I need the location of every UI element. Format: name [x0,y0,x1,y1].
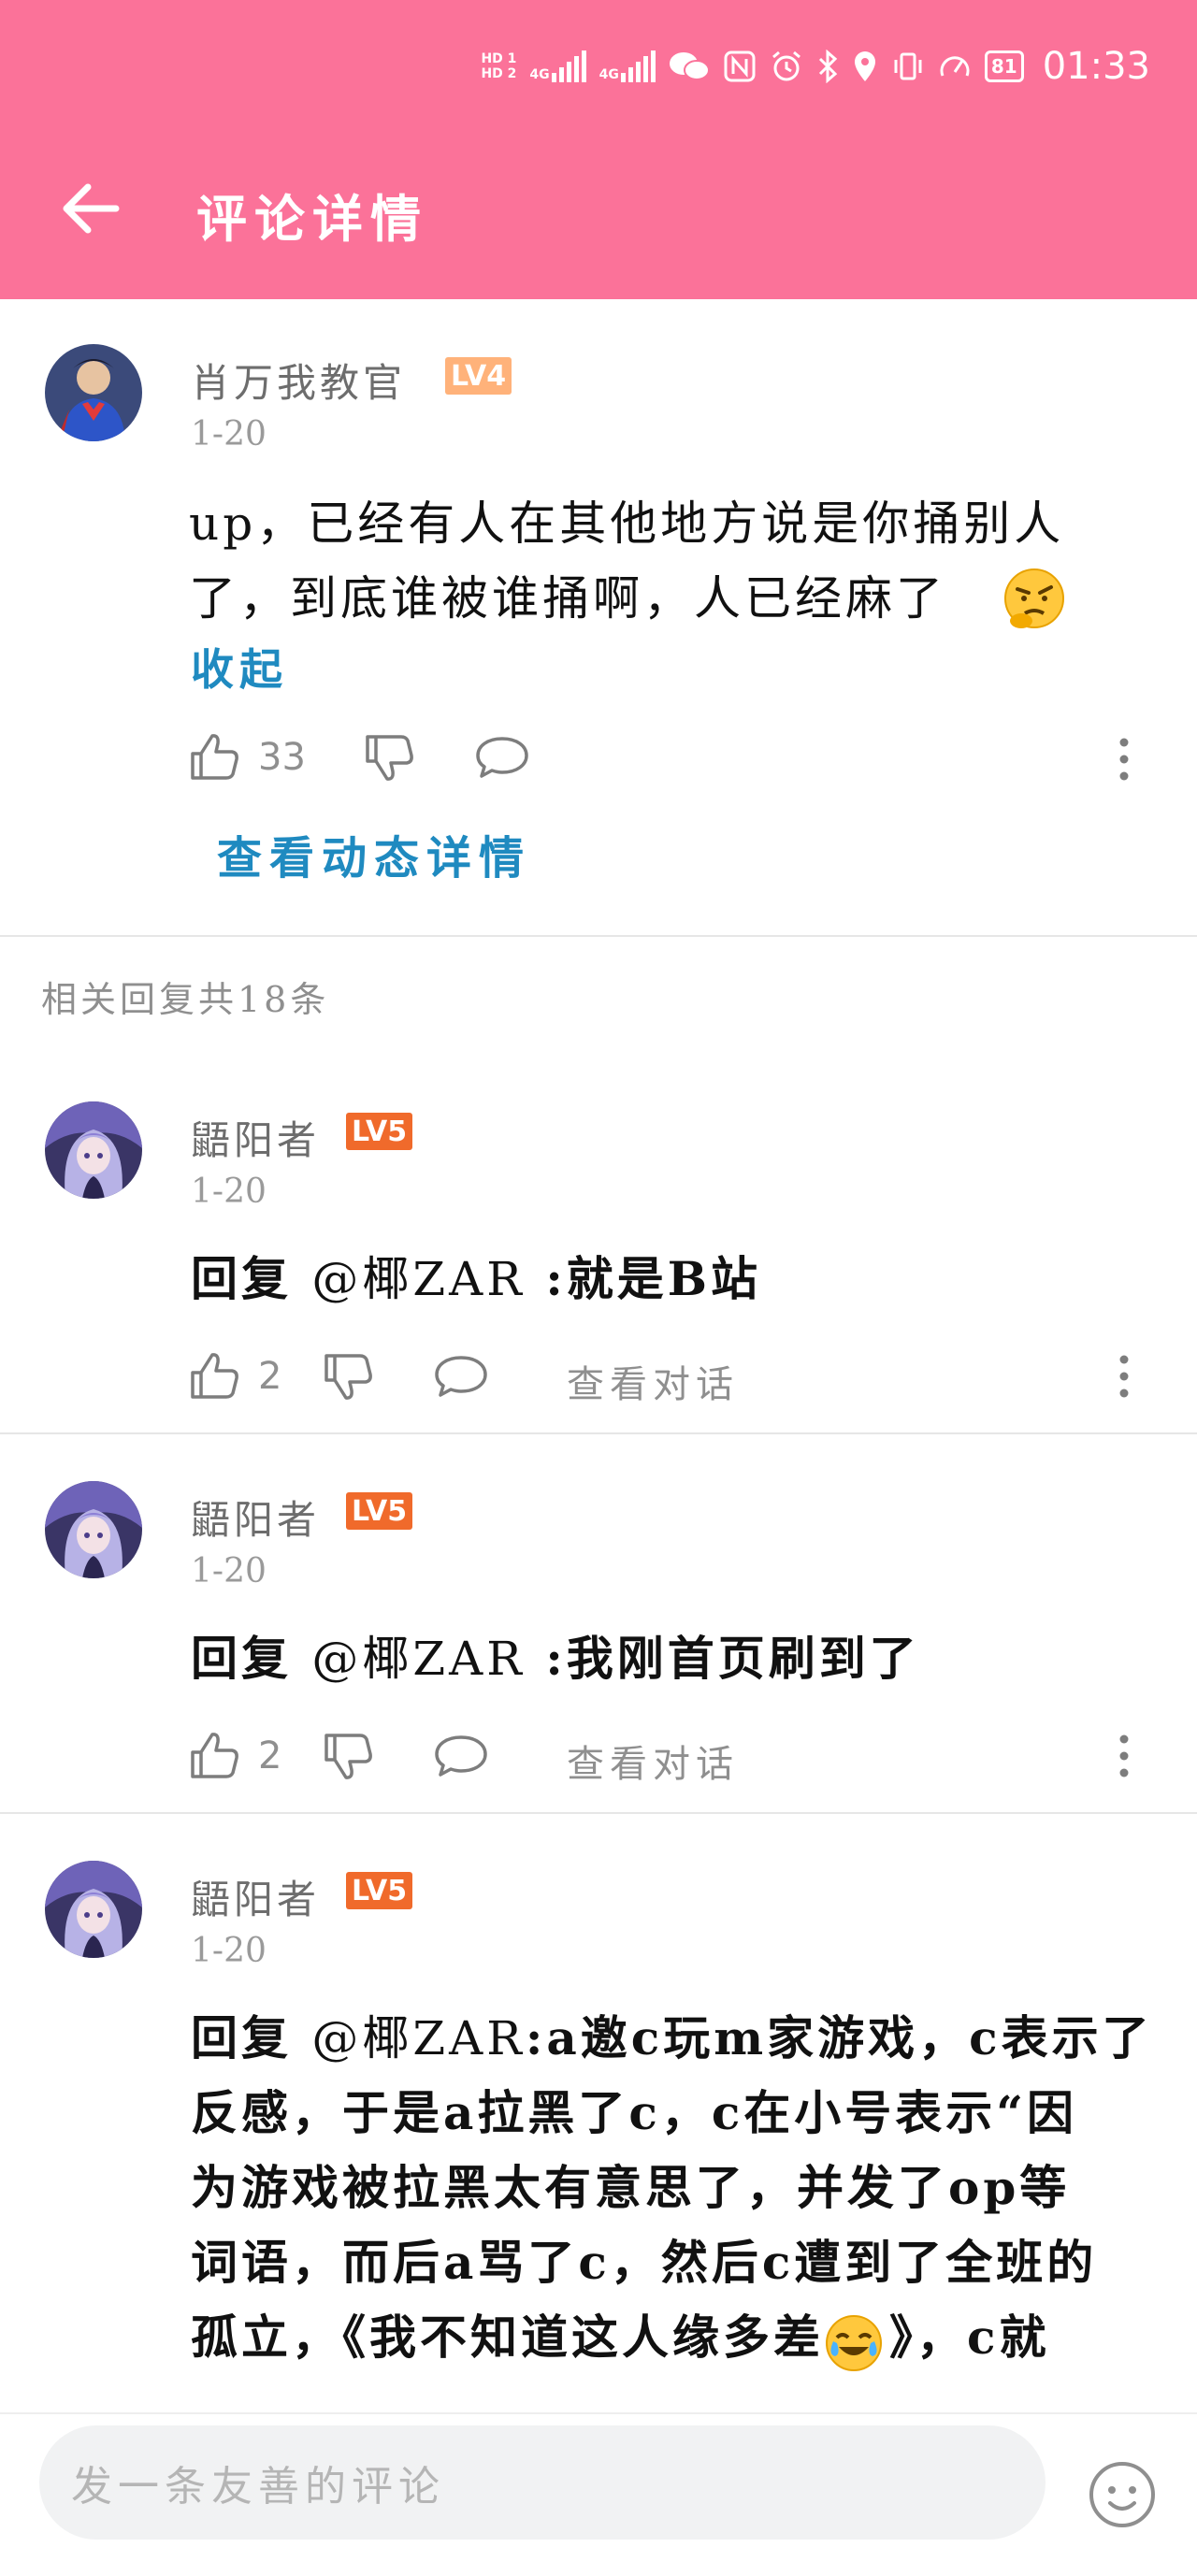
comment-text-line-2-text: 了，到底谁被谁捅啊，人已经麻了 [189,571,946,626]
username[interactable]: 鼯阳者 [191,1109,320,1166]
nfc-icon [723,48,757,85]
mention-link[interactable]: @椰ZAR [311,1632,526,1686]
avatar[interactable] [45,1861,142,1958]
like-icon[interactable] [189,1350,241,1403]
signal-2-icon: 4G [599,50,656,82]
view-conversation-link[interactable]: 查看对话 [567,1734,739,1788]
signal-1-icon: 4G [529,50,586,82]
main-comment-actions: 33 [189,729,530,785]
collapse-link[interactable]: 收起 [191,636,288,698]
thinking-emoji-icon [1002,567,1066,630]
status-time: 01:33 [1042,45,1150,88]
level-badge: LV5 [346,1113,413,1150]
wechat-icon [669,48,710,85]
like-icon[interactable] [189,731,241,784]
reply-body-line-5b: 》，c就 [889,2310,1050,2365]
reply-date: 1-20 [191,1932,267,1970]
reply-date: 1-20 [191,1173,267,1211]
username[interactable]: 鼯阳者 [191,1489,320,1546]
reply-bubble-icon[interactable] [433,1730,489,1782]
reply-body: :就是B站 [545,1251,762,1306]
crying-laugh-emoji-icon [824,2313,889,2371]
comment-text-line-1: up，已经有人在其他地方说是你捅别人 [189,496,1065,551]
reply-body-line-1: :a邀c玩m家游戏，c表示了 [525,2010,1153,2065]
battery-level: 81 [990,55,1017,78]
vibrate-icon [891,48,925,85]
username[interactable]: 肖万我教官 [191,352,406,409]
more-options-icon[interactable] [1115,1348,1133,1404]
view-dynamic-detail-link[interactable]: 查看动态详情 [217,821,531,886]
like-count: 33 [258,736,306,779]
reply-bubble-icon[interactable] [433,1350,489,1403]
reply-text-line-4: 词语，而后a骂了c，然后c遭到了全班的 [191,2235,1098,2290]
mention-link[interactable]: @椰ZAR [311,1252,526,1306]
more-options-icon[interactable] [1115,731,1133,787]
avatar[interactable] [45,344,142,441]
reply-prefix: 回复 [191,1631,292,1686]
username[interactable]: 鼯阳者 [191,1868,320,1925]
bluetooth-icon [816,48,839,85]
view-conversation-link[interactable]: 查看对话 [567,1354,739,1408]
location-icon [852,48,878,85]
replies-count-header: 相关回复共18条 [41,979,330,1020]
comment-text-line-2: 了，到底谁被谁捅啊，人已经麻了 [189,561,946,636]
avatar[interactable] [45,1101,142,1199]
level-badge: LV5 [346,1872,413,1909]
like-icon[interactable] [189,1730,241,1782]
reply-body-line-5a: 孤立，《我不知道这人缘多差 [191,2310,824,2365]
hd2-label: HD 2 [481,66,517,81]
reply-actions: 2 [189,1348,489,1404]
like-count: 2 [258,1734,282,1777]
emoji-button-icon[interactable] [1088,2460,1157,2529]
reply-bubble-icon[interactable] [474,731,530,784]
reply-prefix: 回复 [191,1251,292,1306]
reply-date: 1-20 [191,1552,267,1590]
dislike-icon[interactable] [323,1350,375,1403]
alarm-icon [770,48,803,85]
status-bar: HD 1 HD 2 4G 4G 81 01:33 [0,0,1197,150]
reply-text-line-3: 为游戏被拉黑太有意思了，并发了op等 [191,2160,1071,2215]
network-type-2: 4G [598,67,619,82]
hd1-label: HD 1 [481,51,517,66]
comment-date: 1-20 [191,415,267,453]
reply-body: :我刚首页刷到了 [545,1631,920,1686]
speed-icon [938,48,972,85]
reply-text: 回复 @椰ZAR :我刚首页刷到了 [191,1621,920,1696]
dislike-icon[interactable] [364,731,416,784]
like-count: 2 [258,1355,282,1398]
comment-input[interactable]: 发一条友善的评论 [39,2425,1046,2540]
avatar[interactable] [45,1481,142,1578]
reply-text: 回复 @椰ZAR :就是B站 [191,1242,761,1317]
reply-text-line-1: 回复 @椰ZAR:a邀c玩m家游戏，c表示了 [191,2001,1163,2076]
dislike-icon[interactable] [323,1730,375,1782]
mention-link[interactable]: @椰ZAR [311,2011,526,2065]
level-badge: LV5 [346,1492,413,1530]
reply-prefix: 回复 [191,2010,292,2065]
back-arrow-icon[interactable] [58,176,123,241]
network-type-1: 4G [529,67,550,82]
hd-indicator: HD 1 HD 2 [481,51,516,81]
reply-text-line-2: 反感，于是a拉黑了c，c在小号表示“因 [191,2085,1078,2140]
level-badge: LV4 [445,357,512,395]
reply-text-line-5: 孤立，《我不知道这人缘多差 》，c就 [191,2300,1049,2375]
page-title: 评论详情 [196,189,428,249]
reply-actions: 2 [189,1728,489,1784]
battery-icon: 81 [984,50,1024,82]
more-options-icon[interactable] [1115,1728,1133,1784]
